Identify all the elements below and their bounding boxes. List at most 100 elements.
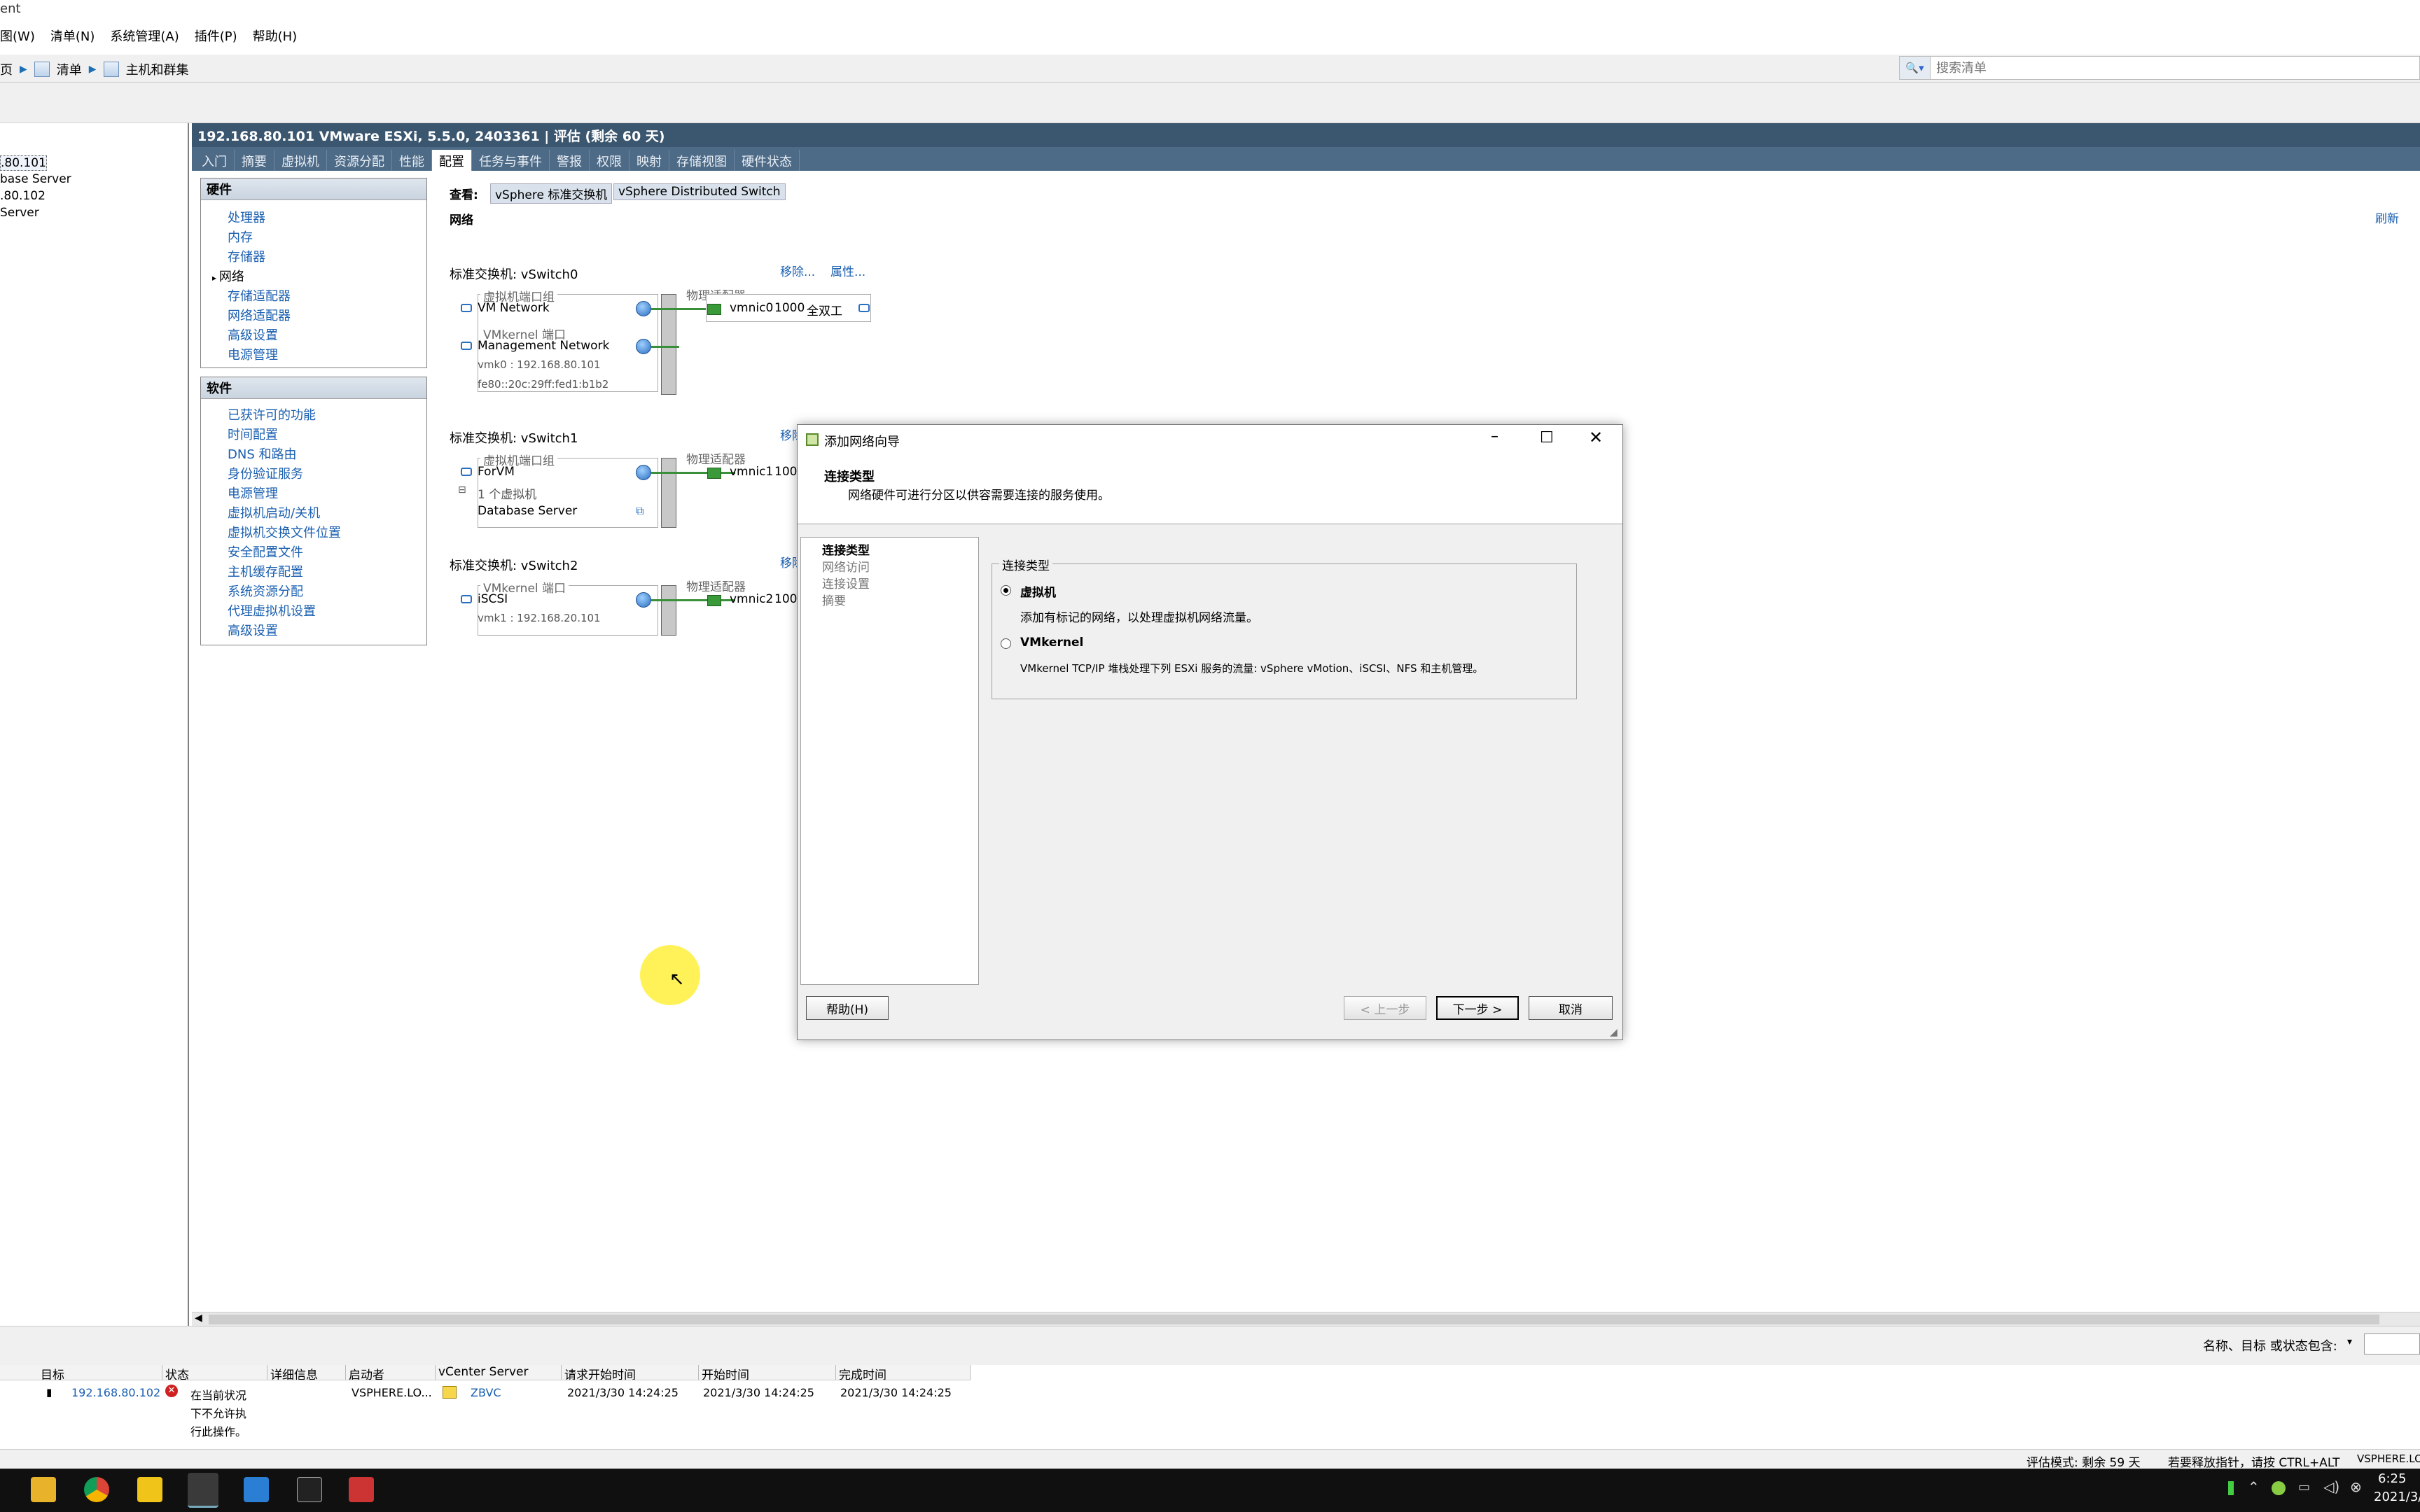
search-input[interactable]	[1931, 60, 2407, 76]
tree-item-host-102[interactable]: .80.102	[0, 189, 46, 203]
tab-configuration[interactable]: 配置	[432, 150, 472, 171]
hw-network-adapters[interactable]: 网络适配器	[228, 306, 291, 324]
notes-icon[interactable]	[137, 1477, 162, 1502]
port-group-callout-icon[interactable]	[461, 468, 472, 476]
app-icon[interactable]	[244, 1477, 269, 1502]
console-icon[interactable]	[297, 1477, 322, 1502]
tab-summary[interactable]: 摘要	[235, 150, 274, 171]
hw-processors[interactable]: 处理器	[228, 208, 265, 226]
vswitch1-vmnic[interactable]: vmnic1	[730, 465, 773, 479]
tab-performance[interactable]: 性能	[392, 150, 432, 171]
sw-time[interactable]: 时间配置	[228, 425, 278, 443]
minimize-icon[interactable]: –	[1491, 428, 1498, 445]
port-group-callout-icon[interactable]	[461, 595, 472, 603]
col-vcenter[interactable]: vCenter Server	[436, 1365, 562, 1380]
port-group-callout-icon[interactable]	[461, 304, 472, 312]
vswitch1-database-server[interactable]: Database Server	[478, 504, 577, 518]
sw-resource-allocation[interactable]: 系统资源分配	[228, 582, 303, 600]
scroll-left-icon[interactable]: ◀	[195, 1312, 202, 1324]
hw-storage[interactable]: 存储器	[228, 247, 265, 265]
tab-tasks-events[interactable]: 任务与事件	[472, 150, 550, 171]
sw-advanced[interactable]: 高级设置	[228, 621, 278, 639]
col-target[interactable]: 目标	[0, 1365, 162, 1380]
horizontal-scrollbar[interactable]: ◀	[192, 1312, 2420, 1326]
hw-memory[interactable]: 内存	[228, 227, 253, 246]
adapter-callout-icon[interactable]	[858, 304, 870, 312]
vswitch0-remove[interactable]: 移除...	[780, 262, 815, 279]
filter-dropdown-icon[interactable]: ▾	[2347, 1336, 2352, 1348]
hw-networking[interactable]: ▸ 网络	[212, 267, 244, 285]
clock-time[interactable]: 6:25	[2378, 1471, 2406, 1486]
sw-auth[interactable]: 身份验证服务	[228, 464, 303, 482]
menu-help[interactable]: 帮助(H)	[253, 27, 298, 45]
vswitch0-vmnic[interactable]: vmnic0	[730, 301, 773, 315]
refresh-link[interactable]: 刷新	[2375, 209, 2399, 226]
tab-maps[interactable]: 映射	[630, 150, 669, 171]
vswitch2-iscsi[interactable]: iSCSI	[478, 592, 508, 606]
hw-power[interactable]: 电源管理	[228, 345, 278, 363]
menu-admin[interactable]: 系统管理(A)	[110, 27, 179, 45]
volume-icon[interactable]: ◁)	[2323, 1478, 2339, 1495]
sw-power[interactable]: 电源管理	[228, 484, 278, 502]
sw-licensed-features[interactable]: 已获许可的功能	[228, 405, 316, 424]
close-icon[interactable]: ✕	[1589, 428, 1603, 447]
sw-security-profile[interactable]: 安全配置文件	[228, 542, 303, 561]
menu-inventory[interactable]: 清单(N)	[50, 27, 95, 45]
crumb-hosts-clusters[interactable]: 主机和群集	[126, 60, 189, 78]
radio-virtual-machine[interactable]	[1001, 585, 1011, 596]
view-distributed-switch[interactable]: vSphere Distributed Switch	[613, 183, 786, 200]
col-completed[interactable]: 完成时间	[836, 1365, 971, 1380]
tab-storage-views[interactable]: 存储视图	[669, 150, 735, 171]
vswitch2-vmnic[interactable]: vmnic2	[730, 592, 773, 606]
tray-chevron-icon[interactable]: ⌃	[2248, 1478, 2260, 1495]
tab-vms[interactable]: 虚拟机	[274, 150, 327, 171]
vswitch0-properties[interactable]: 属性...	[830, 262, 865, 279]
col-requested[interactable]: 请求开始时间	[562, 1365, 699, 1380]
option-vmkernel[interactable]: VMkernel	[1020, 636, 1083, 650]
col-status[interactable]: 状态	[162, 1365, 267, 1380]
col-started[interactable]: 开始时间	[699, 1365, 836, 1380]
vswitch0-management-network[interactable]: Management Network	[478, 339, 609, 353]
home-crumb[interactable]: 页	[0, 60, 13, 78]
option-virtual-machine[interactable]: 虚拟机	[1020, 582, 1056, 600]
tree-item-host-101[interactable]: .80.101	[0, 155, 47, 171]
collapse-icon[interactable]: ⊟	[458, 484, 466, 496]
filter-input[interactable]	[2364, 1334, 2420, 1354]
hw-storage-adapters[interactable]: 存储适配器	[228, 286, 291, 304]
hw-advanced[interactable]: 高级设置	[228, 326, 278, 344]
tab-alarms[interactable]: 警报	[550, 150, 590, 171]
col-initiator[interactable]: 启动者	[346, 1365, 436, 1380]
file-explorer-icon[interactable]	[31, 1477, 56, 1502]
scroll-thumb[interactable]	[209, 1315, 2379, 1324]
tab-permissions[interactable]: 权限	[590, 150, 630, 171]
tab-getting-started[interactable]: 入门	[195, 150, 235, 171]
crumb-inventory[interactable]: 清单	[57, 60, 82, 78]
view-standard-switch[interactable]: vSphere 标准交换机	[490, 183, 613, 204]
sw-host-cache[interactable]: 主机缓存配置	[228, 562, 303, 580]
chrome-icon[interactable]	[84, 1477, 109, 1502]
radio-vmkernel[interactable]	[1001, 638, 1011, 649]
vsphere-client-icon[interactable]	[188, 1473, 218, 1508]
filter-label[interactable]: 名称、目标 或状态包含:	[2203, 1336, 2337, 1354]
menu-view[interactable]: 图(W)	[0, 27, 35, 45]
col-details[interactable]: 详细信息	[267, 1365, 346, 1380]
port-group-callout-icon[interactable]	[461, 342, 472, 350]
sw-dns[interactable]: DNS 和路由	[228, 444, 296, 463]
network-tray-icon[interactable]: ▭	[2298, 1480, 2310, 1494]
tree-item-database-server[interactable]: base Server	[0, 172, 71, 186]
tab-resources[interactable]: 资源分配	[327, 150, 392, 171]
help-button[interactable]: 帮助(H)	[806, 996, 889, 1020]
notification-icon[interactable]: ⊗	[2350, 1478, 2362, 1495]
sw-swapfile[interactable]: 虚拟机交换文件位置	[228, 523, 341, 541]
cancel-button[interactable]: 取消	[1529, 996, 1613, 1020]
menu-plugins[interactable]: 插件(P)	[195, 27, 237, 45]
sw-vm-startup[interactable]: 虚拟机启动/关机	[228, 503, 320, 522]
vswitch0-vm-network[interactable]: VM Network	[478, 301, 550, 315]
maximize-icon[interactable]: ☐	[1540, 429, 1554, 447]
tab-hardware-status[interactable]: 硬件状态	[735, 150, 800, 171]
task-vcenter[interactable]: ZBVC	[471, 1386, 501, 1399]
back-button[interactable]: < 上一步	[1344, 996, 1426, 1020]
media-icon[interactable]	[349, 1477, 374, 1502]
resize-grip-icon[interactable]: ◢	[1610, 1027, 1618, 1038]
search-scope-icon[interactable]: 🔍▾	[1900, 57, 1931, 79]
